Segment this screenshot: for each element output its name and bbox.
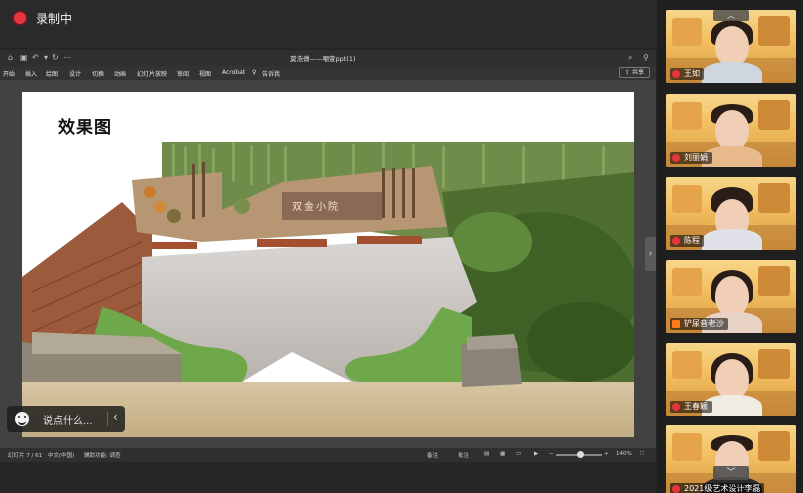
menu-review[interactable]: 审阅	[177, 69, 189, 78]
slide[interactable]: 效果图 双金小院	[22, 92, 634, 437]
divider	[107, 412, 108, 426]
title-bar: ⌂ ▣ ↶ ▾ ↻ ⋯ 莫浩傅——嘲萱ppt(1) ⌕ ⚲	[0, 50, 656, 66]
participant-name: 2021级艺术设计李磊	[684, 484, 761, 493]
dropdown-chevron-icon[interactable]: ▾	[44, 53, 48, 63]
menu-home[interactable]: 开始	[3, 69, 15, 78]
menu-design[interactable]: 设计	[69, 69, 81, 78]
mic-muted-icon	[672, 237, 680, 245]
powerpoint-window: ⌂ ▣ ↶ ▾ ↻ ⋯ 莫浩傅——嘲萱ppt(1) ⌕ ⚲ 开始 插入 绘图 设…	[0, 50, 656, 462]
menu-insert[interactable]: 插入	[25, 69, 37, 78]
menu-slideshow[interactable]: 幻灯片放映	[137, 69, 167, 78]
notes-button[interactable]: 备注	[427, 451, 438, 459]
slide-counter: 幻灯片 7 / 61	[8, 453, 43, 459]
participant-tile[interactable]: 刘丽娟	[666, 94, 796, 167]
search-icon[interactable]: ⌕	[628, 53, 632, 63]
fit-to-window-icon[interactable]: ⛶	[640, 451, 644, 458]
courtyard-render	[22, 142, 634, 437]
home-icon[interactable]: ⌂	[8, 53, 13, 63]
slideshow-icon[interactable]: ▶	[534, 451, 538, 457]
zoom-out-icon[interactable]: −	[549, 451, 554, 457]
mic-muted-icon	[672, 485, 680, 493]
participant-name: 王春颖	[684, 402, 708, 411]
zoom-in-icon[interactable]: +	[604, 451, 609, 457]
menu-transitions[interactable]: 切换	[92, 69, 104, 78]
status-bar: 幻灯片 7 / 61 中文(中国) 辅助功能: 调查 备注 批注 ▤ ▦ ▭ ▶…	[0, 448, 656, 462]
menu-draw[interactable]: 绘图	[46, 69, 58, 78]
save-icon[interactable]: ▣	[20, 53, 28, 63]
menu-view[interactable]: 视图	[199, 69, 211, 78]
document-title: 莫浩傅——嘲萱ppt(1)	[290, 55, 356, 63]
recording-icon	[14, 12, 26, 24]
slide-canvas: 效果图 双金小院	[0, 80, 656, 448]
chat-input-bubble[interactable]: 说点什么... ‹	[7, 406, 125, 432]
participant-tile[interactable]: 王春颖	[666, 343, 796, 416]
participant-name: 陈程	[684, 236, 700, 245]
ribbon-menu: 开始 插入 绘图 设计 切换 动画 幻灯片放映 审阅 视图 Acrobat ♀ …	[0, 66, 656, 80]
share-label: 共享	[631, 69, 644, 76]
participants-panel: 王如 刘丽娟 陈程 铲尿音老沙 王春颖 2021级艺术设计李磊 ︿ ﹀	[657, 0, 803, 493]
participant-name: 刘丽娟	[684, 153, 708, 162]
courtyard-sign: 双金小院	[292, 202, 340, 213]
mic-muted-icon	[672, 70, 680, 78]
zoom-slider-handle[interactable]	[577, 451, 584, 458]
mic-muted-icon	[672, 403, 680, 411]
scroll-down-chevron-icon[interactable]: ﹀	[713, 466, 749, 480]
participant-name: 铲尿音老沙	[684, 319, 724, 328]
participant-tile[interactable]: 陈程	[666, 177, 796, 250]
redo-icon[interactable]: ↻	[52, 53, 59, 63]
comments-button[interactable]: 批注	[458, 451, 469, 459]
emoji-icon[interactable]	[15, 412, 29, 426]
share-icon: ⇪	[625, 69, 632, 76]
recording-banner: 录制中	[0, 0, 660, 48]
recording-label: 录制中	[36, 12, 73, 26]
zoom-level[interactable]: 140%	[616, 451, 632, 457]
share-button[interactable]: ⇪ 共享	[619, 67, 650, 78]
chat-placeholder[interactable]: 说点什么...	[43, 412, 93, 427]
normal-view-icon[interactable]: ▤	[484, 451, 489, 457]
mic-active-icon	[672, 320, 680, 328]
slide-title: 效果图	[58, 118, 112, 138]
participant-tile[interactable]: 铲尿音老沙	[666, 260, 796, 333]
participant-tile[interactable]: 2021级艺术设计李磊	[666, 425, 796, 493]
slide-sorter-icon[interactable]: ▦	[500, 451, 505, 457]
menu-animations[interactable]: 动画	[114, 69, 126, 78]
next-slide-arrow-icon[interactable]: ›	[645, 237, 656, 271]
undo-icon[interactable]: ↶	[32, 53, 39, 63]
menu-acrobat[interactable]: Acrobat	[222, 69, 245, 76]
menu-tell-me[interactable]: 告诉我	[262, 69, 280, 78]
share-link-icon[interactable]: ⚲	[643, 53, 649, 63]
reading-view-icon[interactable]: ▭	[516, 451, 521, 457]
participant-name: 王如	[684, 69, 700, 78]
mic-muted-icon	[672, 154, 680, 162]
lightbulb-icon[interactable]: ♀	[252, 69, 256, 76]
collapse-chevron-icon[interactable]: ‹	[113, 410, 118, 424]
accessibility-status[interactable]: 辅助功能: 调查	[84, 451, 121, 459]
meeting-screen: 录制中 ⌂ ▣ ↶ ▾ ↻ ⋯ 莫浩傅——嘲萱ppt(1) ⌕ ⚲ 开始 插入 …	[0, 0, 803, 493]
more-icon[interactable]: ⋯	[63, 53, 71, 63]
language-indicator[interactable]: 中文(中国)	[48, 451, 74, 459]
scroll-up-chevron-icon[interactable]: ︿	[713, 10, 749, 21]
